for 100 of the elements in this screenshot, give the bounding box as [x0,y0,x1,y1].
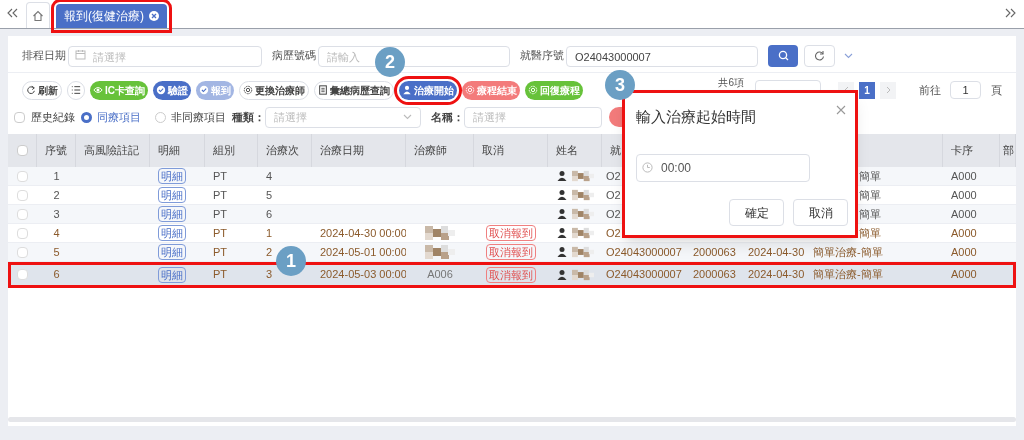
radio-label: 同療項目 [97,109,141,125]
toolbar-button[interactable]: 驗證 [153,80,191,100]
page-button[interactable]: 1 [859,81,875,99]
dialog-button[interactable]: 取消 [793,199,848,226]
table-cell-text: PT [213,168,228,184]
checkbox[interactable] [17,227,28,239]
table-cell-text: O24043000007 [606,267,682,283]
detail-button[interactable]: 明細 [158,206,186,222]
toolbar-button[interactable]: 療程結束 [462,80,520,100]
search-button[interactable] [768,44,798,67]
table-cell-text: 2024-05-03 00:00 [320,267,406,283]
table-cell-text: 簡單治療-簡單 [813,244,883,260]
list-icon [71,85,81,95]
user-icon [402,85,412,95]
table-cell-text: A000 [951,225,977,241]
table-cell-text: A000 [951,244,977,260]
table-cell-text: A000 [951,187,977,203]
table-cell-text: 1 [53,168,60,184]
checkbox[interactable] [17,208,28,220]
table-cell-text: PT [213,225,228,241]
home-tab[interactable] [26,2,50,28]
user-icon [556,189,568,201]
checkbox[interactable] [17,170,28,182]
table-cell-text: A000 [951,168,977,184]
home-icon [32,9,44,22]
table-cell-text: PT [213,244,228,260]
column-header: 治療日期 [320,143,364,159]
toolbar-button[interactable]: 彙總病歷查詢 [314,80,394,100]
gear-icon [243,85,253,95]
table-cell-text: 2000063 [693,267,736,283]
table-cell-text: 2024-04-30 00:00 [320,225,406,241]
eye-icon [93,85,103,95]
checkbox[interactable] [17,246,28,258]
time-field[interactable]: 00:00 [636,154,810,182]
table-cell-text: A006 [427,267,453,283]
reset-button[interactable] [804,44,835,67]
checkbox[interactable] [16,145,28,156]
chevron-down-icon [844,52,853,59]
scrollbar[interactable] [8,417,1016,422]
filter-label: 種類： [232,109,265,125]
filter-label: 名稱： [431,109,464,125]
gear-icon [465,85,475,95]
close-button[interactable] [836,104,848,116]
table-cell-text: 4 [266,168,273,184]
user-icon [556,208,568,220]
clock-icon [642,162,653,173]
detail-button[interactable]: 明細 [158,168,186,184]
text-field[interactable]: O24043000007 [566,46,758,67]
dialog-button[interactable]: 確定 [729,199,784,226]
radio-label: 非同療項目 [171,109,226,125]
pixelated-redaction [572,226,594,240]
radio-button[interactable] [81,111,92,123]
detail-button[interactable]: 明細 [158,187,186,203]
table-cell-text: 2000063 [693,244,736,260]
column-header: 卡序 [951,143,973,159]
checkbox[interactable] [17,269,28,280]
collapse-right-icon [1005,8,1017,18]
detail-button[interactable]: 明細 [158,225,186,241]
close-icon [149,11,159,21]
calendar-icon [75,48,86,60]
cancel-report-button[interactable]: 取消報到 [486,266,536,283]
column-header: 組別 [213,143,235,159]
table-cell-text: 簡單 [859,206,881,222]
table-cell-text: 簡單 [859,225,881,241]
list-button[interactable] [67,80,85,100]
table-cell-text: 2 [266,244,273,260]
field-label: 就醫序號 [520,48,565,64]
column-header: 治療次 [266,143,299,159]
detail-button[interactable]: 明細 [158,244,186,260]
toolbar-button[interactable]: 刷新 [22,80,62,100]
checkbox[interactable] [14,111,25,123]
table-cell-text: 1 [266,225,273,241]
column-header: 姓名 [556,143,578,159]
column-header: 治療師 [414,143,447,159]
pixelated-redaction [572,169,594,183]
checkbox[interactable] [17,189,28,201]
pixelated-redaction [572,188,594,202]
search-icon [777,50,789,61]
column-header: 明細 [158,143,180,159]
reset-icon [814,50,825,61]
user-icon [556,170,568,182]
column-header: 高風險註記 [84,143,139,159]
user-icon [556,268,568,281]
column-header: 取消 [482,143,504,159]
table-cell-text: 2024-04-30 [748,267,805,283]
pixelated-redaction [572,267,594,282]
table-cell-text: A000 [951,206,977,222]
cancel-report-button[interactable]: 取消報到 [486,244,536,260]
refresh-icon [26,85,36,95]
gear-icon [528,85,538,95]
toolbar-button[interactable]: 更換治療師 [239,80,309,100]
date-field[interactable]: 請選擇 [68,46,262,67]
check-icon [199,85,209,95]
table-cell-text: 6 [53,267,60,283]
detail-button[interactable]: 明細 [158,266,186,283]
cancel-report-button[interactable]: 取消報到 [486,225,536,241]
next-page-button[interactable] [880,81,896,99]
table-cell-text: 5 [266,187,273,203]
page-suffix: 頁 [991,82,1002,98]
page-input[interactable]: 1 [950,81,981,99]
